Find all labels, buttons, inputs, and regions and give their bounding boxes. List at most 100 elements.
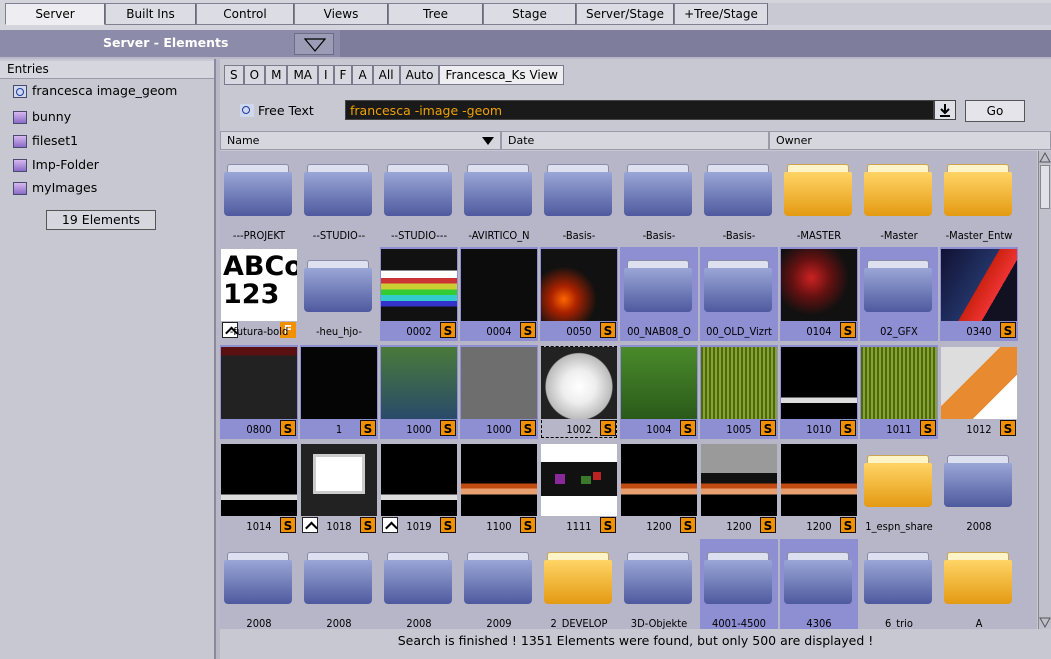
- grid-item-label: 0002: [406, 325, 432, 338]
- grid-item[interactable]: S 1010: [780, 345, 858, 439]
- tab-tree-stage[interactable]: +Tree/Stage: [674, 3, 768, 25]
- grid-item[interactable]: -heu_hjo-: [300, 247, 378, 341]
- grid-item[interactable]: 00_OLD_Vizrt: [700, 247, 778, 341]
- filter-f[interactable]: F: [333, 65, 353, 85]
- grid-item[interactable]: S 1000: [380, 345, 458, 439]
- grid-item[interactable]: 2008: [940, 442, 1018, 536]
- grid-item[interactable]: S 1018: [300, 442, 378, 536]
- scroll-up-icon[interactable]: [1039, 151, 1051, 164]
- grid-item-label: 1000: [406, 423, 432, 436]
- search-input[interactable]: [345, 100, 934, 120]
- grid-item[interactable]: 2008: [220, 539, 298, 629]
- scroll-down-icon[interactable]: [1039, 616, 1051, 629]
- column-owner[interactable]: Owner: [769, 131, 1051, 150]
- grid-item[interactable]: -Basis-: [700, 151, 778, 245]
- filter-all[interactable]: All: [372, 65, 400, 85]
- grid-item-label: 00_OLD_Vizrt: [706, 325, 772, 338]
- filter-auto[interactable]: Auto: [399, 65, 440, 85]
- grid-item[interactable]: 02_GFX: [860, 247, 938, 341]
- grid-item[interactable]: 2008: [380, 539, 458, 629]
- filter-francesca-view[interactable]: Francesca_Ks View: [439, 65, 564, 85]
- filter-o[interactable]: O: [243, 65, 266, 85]
- entry-myimages[interactable]: myImages: [13, 178, 97, 198]
- filter-a[interactable]: A: [352, 65, 373, 85]
- filter-ma[interactable]: MA: [287, 65, 318, 85]
- grid-item[interactable]: -AVIRTICO_N: [460, 151, 538, 245]
- grid-item-label: 0104: [806, 325, 832, 338]
- grid-item[interactable]: ABCo 123 F -futura-bold: [220, 247, 298, 341]
- grid-item[interactable]: 1_espn_share: [860, 442, 938, 536]
- column-date[interactable]: Date: [501, 131, 769, 150]
- search-history-button[interactable]: [934, 100, 956, 120]
- grid-item[interactable]: S 1200: [620, 442, 698, 536]
- grid-item[interactable]: S 0340: [940, 247, 1018, 341]
- tab-bar-fill: [768, 3, 1051, 25]
- column-name[interactable]: Name: [220, 131, 501, 150]
- abc-glyphs: ABCo 123: [223, 253, 297, 309]
- tab-views[interactable]: Views: [294, 3, 388, 25]
- filter-s[interactable]: S: [224, 65, 244, 85]
- grid-item[interactable]: S 1002: [540, 345, 618, 439]
- grid-item[interactable]: 00_NAB08_O: [620, 247, 698, 341]
- grid-item[interactable]: -Master_Entw: [940, 151, 1018, 245]
- header-bar: Server - Elements: [0, 30, 1051, 57]
- grid-item-label: 1011: [886, 423, 912, 436]
- grid-item-label: -Master: [880, 229, 918, 242]
- grid-item[interactable]: S 1004: [620, 345, 698, 439]
- grid-item[interactable]: S 1200: [780, 442, 858, 536]
- grid-item[interactable]: -MASTER: [780, 151, 858, 245]
- grid-item[interactable]: S 1014: [220, 442, 298, 536]
- view-dropdown-button[interactable]: [294, 33, 334, 55]
- grid-item[interactable]: --STUDIO---: [380, 151, 458, 245]
- grid-item[interactable]: S 0002: [380, 247, 458, 341]
- grid-item[interactable]: -Master: [860, 151, 938, 245]
- entry-imp-folder[interactable]: Imp-Folder: [13, 155, 99, 175]
- tab-built-ins[interactable]: Built Ins: [105, 3, 196, 25]
- search-mode[interactable]: Free Text: [240, 103, 314, 118]
- tab-server-stage[interactable]: Server/Stage: [576, 3, 674, 25]
- image-thumbnail: [221, 347, 297, 419]
- top-tab-bar: Server Built Ins Control Views Tree Stag…: [0, 0, 1051, 30]
- tab-stage[interactable]: Stage: [483, 3, 576, 25]
- grid-item[interactable]: S 1100: [460, 442, 538, 536]
- grid-item[interactable]: S 0800: [220, 345, 298, 439]
- tab-control[interactable]: Control: [196, 3, 294, 25]
- grid-item[interactable]: S 0050: [540, 247, 618, 341]
- grid-scrollbar[interactable]: [1038, 151, 1051, 629]
- grid-item[interactable]: S 1200: [700, 442, 778, 536]
- entry-bunny[interactable]: bunny: [13, 107, 71, 127]
- entry-fileset1[interactable]: fileset1: [13, 131, 78, 151]
- folder-icon: [864, 164, 932, 216]
- tab-tree[interactable]: Tree: [388, 3, 483, 25]
- grid-item[interactable]: S 1005: [700, 345, 778, 439]
- scroll-thumb[interactable]: [1040, 165, 1050, 209]
- grid-item[interactable]: 2008: [300, 539, 378, 629]
- grid-item[interactable]: S 1011: [860, 345, 938, 439]
- folder-body: [544, 172, 612, 216]
- image-thumbnail: [701, 347, 777, 419]
- grid-item[interactable]: S 1111: [540, 442, 618, 536]
- grid-item[interactable]: -Basis-: [540, 151, 618, 245]
- grid-item[interactable]: S 1012: [940, 345, 1018, 439]
- grid-item[interactable]: 3D-Objekte: [620, 539, 698, 629]
- grid-item[interactable]: S1: [300, 345, 378, 439]
- grid-item[interactable]: S 1019: [380, 442, 458, 536]
- grid-item[interactable]: S 0104: [780, 247, 858, 341]
- grid-item[interactable]: --STUDIO--: [300, 151, 378, 245]
- image-thumbnail: [461, 444, 537, 516]
- tab-server[interactable]: Server: [5, 3, 105, 25]
- entry-francesca-image-geom[interactable]: francesca image_geom: [13, 81, 177, 101]
- grid-item[interactable]: ---PROJEKT: [220, 151, 298, 245]
- grid-item[interactable]: 2_DEVELOP: [540, 539, 618, 629]
- filter-i[interactable]: I: [318, 65, 334, 85]
- filter-m[interactable]: M: [265, 65, 288, 85]
- grid-item[interactable]: 4001-4500: [700, 539, 778, 629]
- grid-item[interactable]: 4306: [780, 539, 858, 629]
- grid-item[interactable]: A: [940, 539, 1018, 629]
- grid-item[interactable]: S 0004: [460, 247, 538, 341]
- grid-item[interactable]: 2009: [460, 539, 538, 629]
- grid-item[interactable]: -Basis-: [620, 151, 698, 245]
- go-button[interactable]: Go: [965, 100, 1025, 122]
- grid-item[interactable]: 6_trio: [860, 539, 938, 629]
- grid-item[interactable]: S 1000: [460, 345, 538, 439]
